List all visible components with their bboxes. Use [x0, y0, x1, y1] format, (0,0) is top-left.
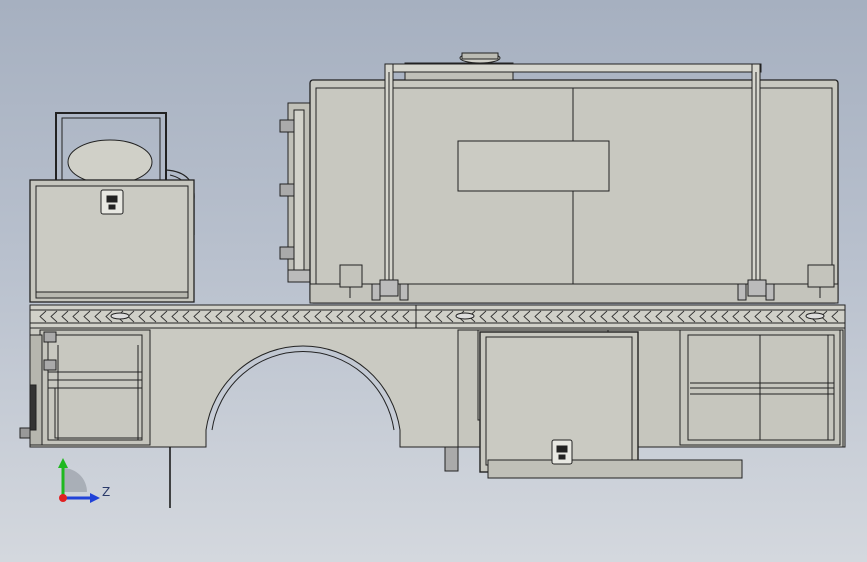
tank-label-plate [457, 140, 610, 192]
latch-icon[interactable] [551, 439, 573, 465]
deck-rail [29, 304, 846, 329]
right-toolbox [444, 329, 844, 479]
model-drawing[interactable] [0, 0, 867, 562]
coordinate-triad-icon: Z [40, 450, 120, 510]
hose-reel-drum [67, 139, 153, 185]
water-tank [279, 52, 839, 304]
cad-viewport[interactable]: Z [0, 0, 867, 562]
axis-label-z: Z [102, 485, 111, 499]
top-handrail [387, 63, 762, 73]
latch-icon[interactable] [100, 189, 124, 215]
left-tool-chest [29, 112, 195, 303]
